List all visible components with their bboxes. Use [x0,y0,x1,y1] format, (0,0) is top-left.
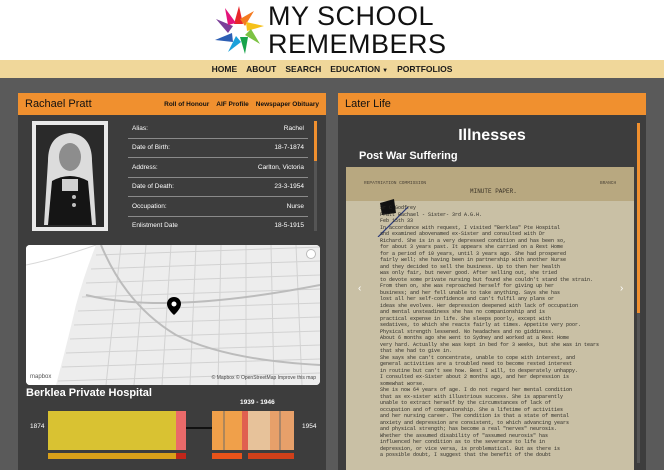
attr-value: Rachel [283,124,304,132]
caret-down-icon: ▼ [382,68,389,74]
location-map[interactable]: mapbox © Mapbox © OpenStreetMap Improve … [26,245,320,385]
later-life-panel: Later Life Illnesses Post War Suffering … [338,93,646,470]
attr-row: Address: Carlton, Victoria [128,158,308,178]
hospital-name: Berklea Private Hospital [26,387,152,399]
profile-panel: Rachael Pratt Roll of Honour AIF Profile… [18,93,326,470]
attr-label: Address: [132,163,158,171]
attr-value: Carlton, Victoria [257,163,304,171]
multicolor-star-icon[interactable] [212,4,266,56]
minute-paper-image: REPATRIATION COMMISSION MINUTE PAPER. BR… [346,167,634,470]
attr-row: Enlistment Date 18-5-1915 [128,217,308,232]
doc-head-right: BRANCH [600,181,617,186]
doc-head-left: REPATRIATION COMMISSION [364,181,427,186]
attr-value: Nurse [286,202,304,210]
timeline-end-year: 1954 [302,423,317,430]
carousel-prev-icon[interactable]: ‹ [358,283,361,294]
attr-value: 18-7-1874 [274,144,304,152]
timeline-start-year: 1874 [30,423,45,430]
nav-education[interactable]: EDUCATION ▼ [330,64,388,74]
profile-attributes: Alias: Rachel Date of Birth: 18-7-1874 Add… [128,119,308,231]
map-pin-icon[interactable] [167,297,181,315]
profile-header: Rachael Pratt Roll of Honour AIF Profile… [18,93,326,115]
link-newspaper-obituary[interactable]: Newspaper Obituary [256,101,319,108]
map-attribution[interactable]: © Mapbox © OpenStreetMap Improve this ma… [212,375,316,381]
document-text: Sr C Godfrey Pratt Rachael - Sister- 3rd… [380,205,628,459]
attr-label: Date of Death: [132,183,174,191]
attr-label: Enlistment Date [132,222,178,230]
later-life-scrollbar[interactable] [637,123,640,463]
logo-line2: REMEMBERS [268,29,447,59]
illnesses-heading: Illnesses [458,127,526,144]
hospital-timeline: 1874 1954 1939 - 1946 [18,399,326,470]
attr-row: Occupation: Nurse [128,197,308,217]
attr-label: Date of Birth: [132,144,170,152]
carousel-next-icon[interactable]: › [620,283,623,294]
nav-search[interactable]: SEARCH [285,64,321,74]
logo-line1: MY SCHOOL [268,1,435,31]
link-aif-profile[interactable]: AIF Profile [216,101,249,108]
attr-label: Occupation: [132,202,167,210]
site-header: MY SCHOOL REMEMBERS [0,0,664,60]
attr-row: Alias: Rachel [128,119,308,139]
nav-portfolios[interactable]: PORTFOLIOS [397,64,452,74]
timeline-period: 1939 - 1946 [240,399,275,406]
nav-home[interactable]: HOME [212,64,238,74]
link-roll-of-honour[interactable]: Roll of Honour [164,101,209,108]
post-war-subtitle: Post War Suffering [359,150,458,162]
attr-row: Date of Death: 23-3-1954 [128,178,308,197]
later-life-title: Later Life [345,98,391,110]
document-header: REPATRIATION COMMISSION MINUTE PAPER. BR… [346,167,634,201]
map-info-icon[interactable] [306,249,316,259]
attr-label: Alias: [132,124,148,132]
mapbox-logo[interactable]: mapbox [30,374,51,380]
doc-head-center: MINUTE PAPER. [470,188,517,195]
nav-education-label: EDUCATION [330,64,381,74]
attr-value: 18-5-1915 [274,222,304,230]
later-life-header: Later Life [338,93,646,115]
profile-name: Rachael Pratt [25,98,92,110]
portrait-photo [32,121,108,231]
nav-about[interactable]: ABOUT [246,64,276,74]
profile-links: Roll of Honour AIF Profile Newspaper Obi… [164,101,319,108]
main-nav: HOME ABOUT SEARCH EDUCATION ▼ PORTFOLIOS [0,60,664,78]
attr-value: 23-3-1954 [274,183,304,191]
attributes-scrollbar[interactable] [314,121,317,231]
attr-row: Date of Birth: 18-7-1874 [128,139,308,158]
site-logo-text[interactable]: MY SCHOOL REMEMBERS [268,2,447,58]
doc-line: a possible doubt, I suggest that the ben… [380,452,552,458]
